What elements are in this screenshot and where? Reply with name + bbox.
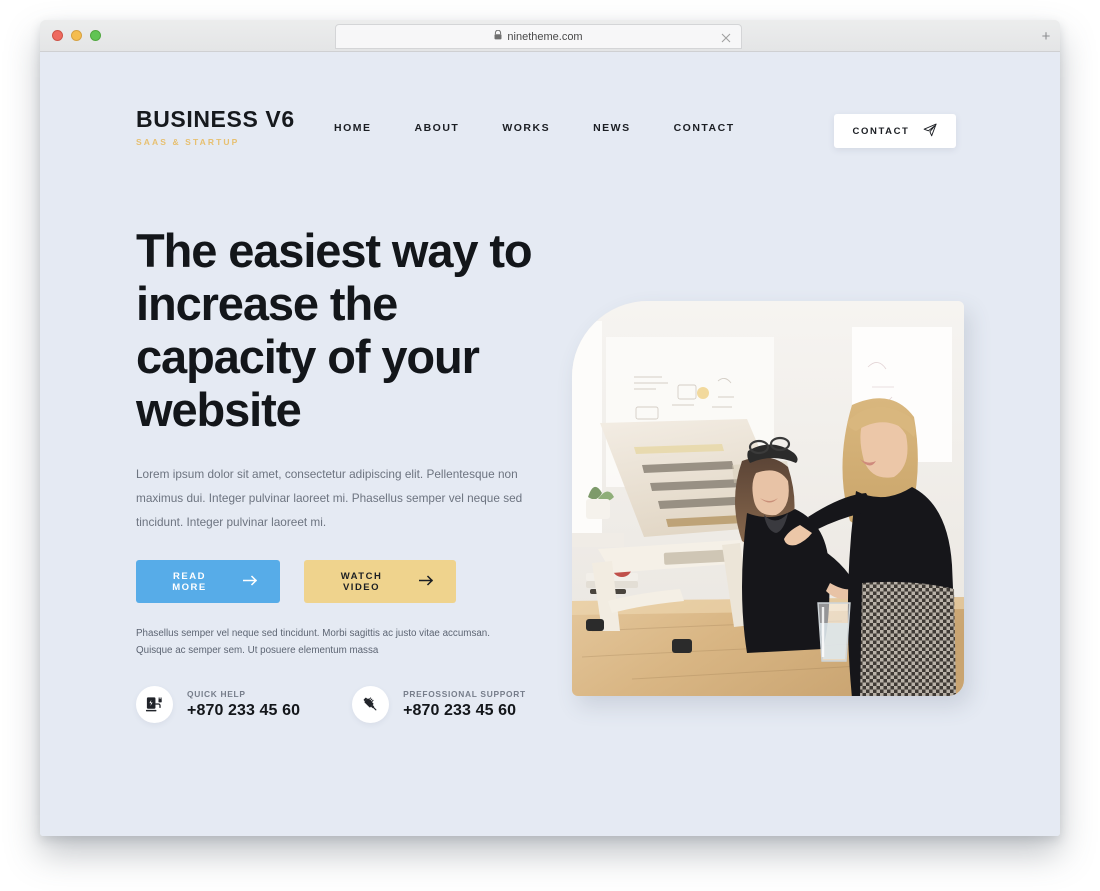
contact-phone: +870 233 45 60 xyxy=(403,701,517,719)
page-viewport: BUSINESS V6 SAAS & STARTUP HOME ABOUT WO… xyxy=(40,52,1060,836)
contact-label: QUICK HELP xyxy=(187,688,246,699)
read-more-label: READ MORE xyxy=(172,570,207,593)
hero-contact-list: QUICK HELP +870 233 45 60 PREFOSSIONAL S… xyxy=(136,685,536,723)
site-logo[interactable]: BUSINESS V6 SAAS & STARTUP xyxy=(136,106,295,148)
browser-tab[interactable]: ninetheme.com xyxy=(335,24,742,49)
hero-photo-illustration xyxy=(572,301,964,696)
hero-image xyxy=(572,301,964,696)
hero-button-group: READ MORE WATCH VIDEO xyxy=(136,560,536,604)
contact-label: PREFOSSIONAL SUPPORT xyxy=(403,688,526,699)
nav-item-contact[interactable]: CONTACT xyxy=(674,118,735,138)
brand-tagline: SAAS & STARTUP xyxy=(136,137,240,147)
header-contact-button[interactable]: CONTACT xyxy=(834,114,956,148)
hero-note: Phasellus semper vel neque sed tincidunt… xyxy=(136,628,490,657)
tab-content: ninetheme.com xyxy=(494,29,583,43)
nav-item-works[interactable]: WORKS xyxy=(502,118,550,138)
minimize-window-button[interactable] xyxy=(71,30,82,41)
site-header: BUSINESS V6 SAAS & STARTUP HOME ABOUT WO… xyxy=(40,52,1060,172)
browser-window: ninetheme.com + BUSINESS V6 SAAS & START… xyxy=(40,20,1060,836)
lock-icon xyxy=(494,29,502,43)
contact-item-professional-support[interactable]: PREFOSSIONAL SUPPORT +870 233 45 60 xyxy=(352,685,526,723)
arrow-right-icon xyxy=(242,574,258,589)
syringe-icon xyxy=(352,685,390,723)
window-controls xyxy=(52,30,101,41)
main-navigation: HOME ABOUT WORKS NEWS CONTACT xyxy=(334,118,735,138)
header-contact-label: CONTACT xyxy=(852,125,910,137)
read-more-button[interactable]: READ MORE xyxy=(136,560,280,604)
tab-url: ninetheme.com xyxy=(507,30,583,43)
hero-title: The easiest way to increase the capacity… xyxy=(136,224,533,437)
browser-titlebar: ninetheme.com + xyxy=(40,20,1060,52)
paper-plane-icon xyxy=(923,123,938,140)
charging-station-icon xyxy=(136,685,173,723)
contact-text-professional-support: PREFOSSIONAL SUPPORT +870 233 45 60 xyxy=(403,689,526,720)
hero-description: Lorem ipsum dolor sit amet, consectetur … xyxy=(136,467,523,529)
close-tab-button[interactable] xyxy=(720,31,732,43)
arrow-right-icon xyxy=(418,574,434,589)
contact-item-quick-help[interactable]: QUICK HELP +870 233 45 60 xyxy=(136,685,300,723)
new-tab-label: + xyxy=(1041,27,1051,45)
brand-name: BUSINESS V6 xyxy=(136,106,295,132)
new-tab-button[interactable]: + xyxy=(1034,20,1058,52)
nav-item-about[interactable]: ABOUT xyxy=(415,118,460,138)
nav-item-home[interactable]: HOME xyxy=(334,118,372,138)
hero-content: The easiest way to increase the capacity… xyxy=(136,224,536,723)
watch-video-label: WATCH VIDEO xyxy=(340,570,383,593)
maximize-window-button[interactable] xyxy=(90,30,101,41)
close-window-button[interactable] xyxy=(52,30,63,41)
contact-phone: +870 233 45 60 xyxy=(187,701,301,719)
nav-item-news[interactable]: NEWS xyxy=(593,118,631,138)
contact-text-quick-help: QUICK HELP +870 233 45 60 xyxy=(187,689,300,720)
watch-video-button[interactable]: WATCH VIDEO xyxy=(304,560,456,604)
hero-photo xyxy=(572,301,964,696)
